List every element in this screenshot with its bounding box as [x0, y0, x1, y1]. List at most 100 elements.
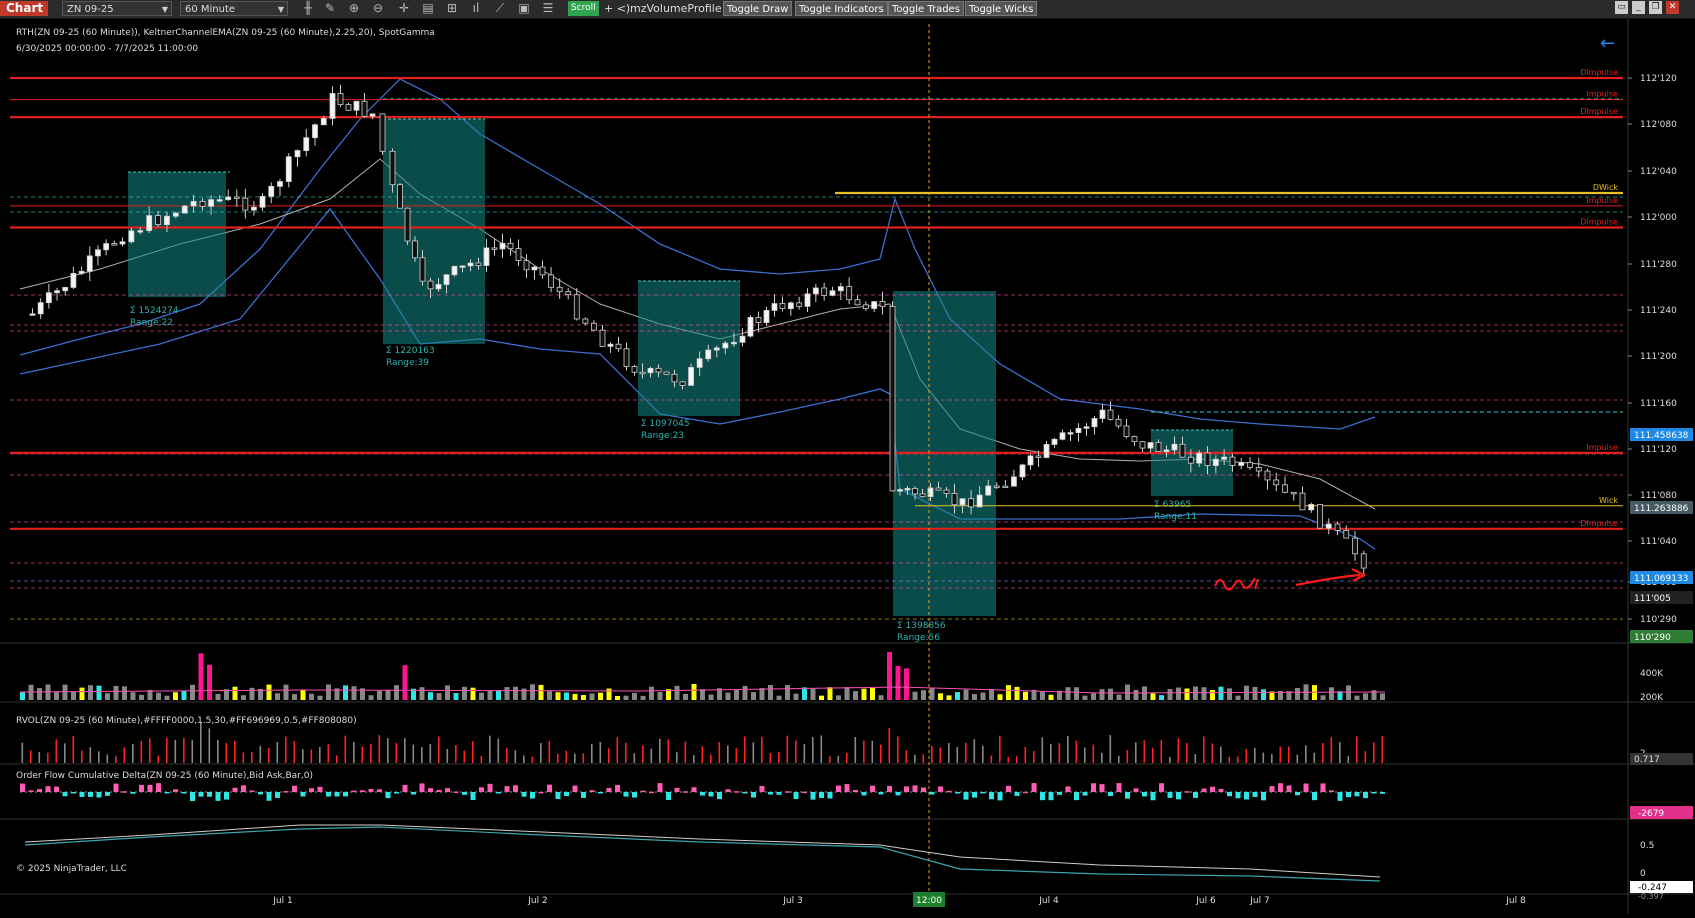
toggle-indicators-button[interactable]: Toggle Indicators	[795, 1, 888, 16]
volume-bar	[768, 685, 773, 700]
rvol-bar	[1067, 735, 1069, 763]
toggle-draw-button[interactable]: Toggle Draw	[723, 1, 793, 16]
delta-bar	[1210, 786, 1215, 792]
delta-bar	[360, 790, 365, 792]
delta-bar	[1346, 792, 1351, 798]
volume-bar	[351, 686, 357, 700]
nav-arrows[interactable]: + <)	[604, 1, 630, 16]
volume-bar	[1346, 685, 1351, 700]
candle-body	[353, 100, 360, 111]
volume-bar	[1125, 684, 1130, 700]
delta-bar	[496, 792, 501, 794]
time-axis-label: Jul 3	[782, 896, 802, 906]
delta-bar	[241, 785, 246, 792]
toggle-wicks-button[interactable]: Toggle Wicks	[965, 1, 1038, 16]
candle-body	[1059, 432, 1066, 440]
volume-bar	[462, 686, 467, 700]
chart-panel[interactable]: 112'120 112'080 112'040 112'000 111'280 111'2…	[0, 19, 1695, 914]
delta-bar	[445, 788, 450, 792]
candle-body	[556, 286, 563, 293]
interval-selector[interactable]: 60 Minute ▼	[180, 1, 288, 16]
delta-bar	[300, 792, 306, 797]
zoom-in-icon[interactable]: ⊕	[346, 1, 362, 16]
candle-body	[739, 335, 746, 343]
candle-body	[904, 488, 911, 491]
toggle-trades-button[interactable]: Toggle Trades	[888, 1, 964, 16]
rvol-bar	[506, 747, 508, 763]
candle-body	[1019, 464, 1026, 478]
instrument-selector[interactable]: ZN 09-25 ▼	[62, 1, 172, 16]
delta-bar	[666, 792, 671, 800]
rvol-bar	[285, 736, 287, 763]
price-tick-label: 111'040	[1640, 537, 1677, 547]
profile-sigma-label: Σ 1097045	[641, 419, 690, 429]
rvol-bar	[803, 744, 806, 763]
profile-sigma-label: Σ 1220163	[386, 346, 435, 356]
strategies-icon[interactable]: ⟋	[492, 1, 508, 16]
volume-bar	[368, 695, 374, 700]
volume-bar	[428, 692, 433, 700]
volume-bar	[164, 695, 170, 700]
indicators-icon[interactable]: ıl	[468, 1, 484, 16]
chart-tab[interactable]: Chart	[0, 1, 48, 16]
volume-bar	[1218, 686, 1224, 700]
rvol-bar	[693, 755, 695, 763]
rvol-bar	[1177, 738, 1180, 763]
crosshair-icon[interactable]: ✛	[396, 1, 412, 16]
candle-body	[1163, 449, 1170, 452]
rvol-bar	[1058, 743, 1061, 763]
draw-pencil-icon[interactable]: ✎	[322, 1, 338, 16]
candle-body	[78, 270, 85, 274]
time-axis-label: Jul 7	[1249, 896, 1269, 906]
candle-body	[912, 488, 918, 495]
data-box-icon[interactable]: ▣	[516, 1, 532, 16]
volume-bar	[1252, 686, 1258, 700]
rvol-bar	[973, 739, 976, 763]
rvol-bar	[47, 752, 49, 763]
volume-bar	[1261, 689, 1266, 700]
rvol-bar	[965, 742, 967, 763]
delta-bar	[249, 790, 255, 792]
delta-bar	[912, 785, 918, 792]
delta-bar	[589, 790, 595, 792]
volume-bar	[929, 687, 935, 700]
price-marker-label: 111.263886	[1634, 504, 1689, 514]
restore-icon[interactable]: ❐	[1649, 1, 1662, 14]
list-icon[interactable]: ☰	[540, 1, 556, 16]
candle-body	[1343, 530, 1350, 539]
delta-bar	[972, 792, 977, 798]
delta-bar	[1286, 785, 1292, 792]
candle-body	[62, 287, 69, 292]
candle-body	[897, 489, 903, 492]
volume-bar	[496, 690, 501, 700]
bar-type-icon[interactable]: ╫	[300, 1, 316, 16]
volume-bar	[708, 694, 714, 700]
candle-body	[599, 329, 606, 347]
candle-body	[1229, 456, 1236, 466]
volume-bar	[402, 665, 408, 700]
rvol-bar	[667, 739, 670, 763]
properties-icon[interactable]: ▤	[420, 1, 436, 16]
delta-bar	[1354, 792, 1360, 797]
rvol-bar	[1135, 742, 1137, 763]
scroll-button[interactable]: Scroll	[568, 1, 599, 16]
interval-value: 60 Minute	[185, 4, 236, 15]
rvol-bar	[1228, 756, 1231, 763]
rvol-bar	[310, 749, 313, 763]
candle-body	[345, 104, 352, 111]
zoom-out-icon[interactable]: ⊖	[370, 1, 386, 16]
rvol-bar	[523, 755, 525, 763]
rvol-bar	[132, 743, 134, 763]
close-icon[interactable]: ✕	[1666, 1, 1679, 14]
templates-icon[interactable]: ⊞	[444, 1, 460, 16]
window-menu-icon[interactable]: ▭	[1615, 1, 1628, 14]
delta-bar	[1082, 792, 1088, 796]
profile-range-label: Range:23	[641, 431, 684, 441]
candle-body	[312, 124, 318, 139]
rvol-bar	[251, 752, 253, 763]
rvol-bar	[353, 742, 355, 763]
volume-axis-label: 200K	[1640, 693, 1664, 703]
volume-bar	[980, 692, 986, 700]
minimize-icon[interactable]: _	[1632, 1, 1645, 14]
candle-body	[993, 485, 1000, 488]
